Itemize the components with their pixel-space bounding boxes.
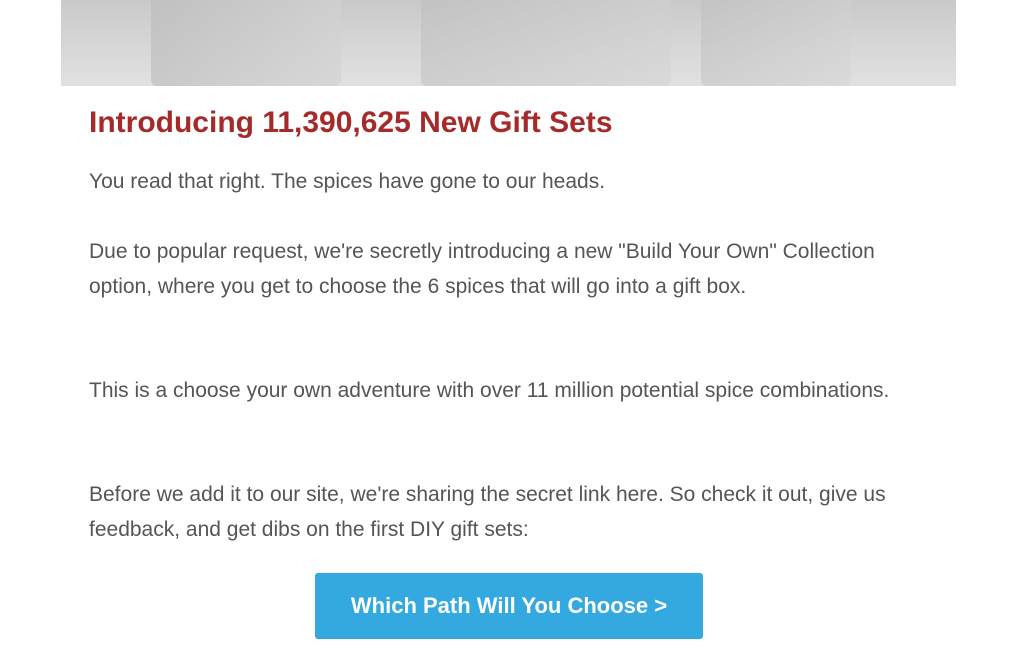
hero-image: [61, 0, 956, 86]
gift-box-image: [151, 0, 341, 86]
paragraph-adventure: This is a choose your own adventure with…: [89, 379, 890, 402]
gift-box-image: [421, 0, 671, 86]
email-body: Introducing 11,390,625 New Gift Sets You…: [0, 0, 1024, 671]
which-path-cta-button[interactable]: Which Path Will You Choose >: [315, 573, 703, 639]
gift-box-image: [701, 0, 851, 86]
headline: Introducing 11,390,625 New Gift Sets: [89, 106, 613, 139]
paragraph-build-your-own: Due to popular request, we're secretly i…: [89, 240, 875, 298]
email-content: Introducing 11,390,625 New Gift Sets You…: [89, 104, 929, 541]
paragraph-secret-link: Before we add it to our site, we're shar…: [89, 483, 886, 541]
paragraph-intro: You read that right. The spices have gon…: [89, 170, 606, 193]
